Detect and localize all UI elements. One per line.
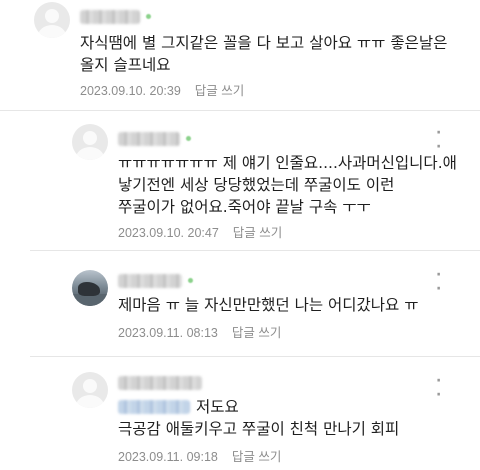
comment-date: 2023.09.11. 09:18 (118, 450, 218, 464)
comment-item: · · 저도요 극공감 애둘키우고 쭈굴이 친척 만나기 회피 2023.09.1… (0, 358, 480, 470)
comment-item: 자식땜에 별 그지같은 꼴을 다 보고 살아요 ㅠㅠ 좋은날은 올지 슬프네요 … (0, 0, 480, 112)
user-avatar-icon[interactable] (72, 124, 108, 160)
reply-button[interactable]: 답글 쓰기 (232, 326, 281, 340)
mention-name[interactable] (118, 400, 190, 414)
comment-date: 2023.09.11. 08:13 (118, 326, 218, 340)
comment-meta: 2023.09.11. 08:13 답글 쓰기 (118, 322, 281, 341)
reply-button[interactable]: 답글 쓰기 (232, 450, 281, 464)
comment-date: 2023.09.10. 20:39 (80, 84, 181, 98)
member-badge-icon (188, 278, 193, 283)
comment-meta: 2023.09.10. 20:47 답글 쓰기 (118, 222, 282, 241)
author-name[interactable] (118, 274, 182, 288)
comment-text: ㅠㅠㅠㅠㅠㅠㅠ 제 얘기 인줄요....사과머신입니다.애 낳기전엔 세상 당당… (118, 154, 457, 216)
reply-button[interactable]: 답글 쓰기 (233, 226, 282, 240)
comment-date: 2023.09.10. 20:47 (118, 226, 219, 240)
comment-text: 자식땜에 별 그지같은 꼴을 다 보고 살아요 ㅠㅠ 좋은날은 올지 슬프네요 (80, 34, 448, 74)
comment-item: · · ㅠㅠㅠㅠㅠㅠㅠ 제 얘기 인줄요....사과머신입니다.애 낳기전엔 세상… (0, 112, 480, 250)
comment-text: 제마음 ㅠ 늘 자신만만했던 나는 어디갔나요 ㅠ (118, 296, 419, 314)
divider (30, 356, 480, 357)
profile-photo-avatar[interactable] (72, 270, 108, 306)
more-dots-icon[interactable]: · · (436, 374, 441, 402)
comment-meta: 2023.09.10. 20:39 답글 쓰기 (80, 80, 244, 99)
author-name[interactable] (80, 10, 140, 24)
comment-item: · · 제마음 ㅠ 늘 자신만만했던 나는 어디갔나요 ㅠ 2023.09.11.… (0, 252, 480, 352)
user-avatar-icon[interactable] (72, 372, 108, 408)
comment-meta: 2023.09.11. 09:18 답글 쓰기 (118, 446, 281, 465)
author-name[interactable] (118, 132, 180, 146)
divider (30, 250, 480, 251)
member-badge-icon (186, 136, 191, 141)
comment-text: 극공감 애둘키우고 쭈굴이 친척 만나기 회피 (118, 420, 400, 438)
divider (0, 110, 480, 111)
user-avatar-icon[interactable] (34, 2, 70, 38)
mention-text: 저도요 (196, 398, 239, 416)
more-dots-icon[interactable]: · · (436, 268, 441, 296)
author-name[interactable] (118, 376, 202, 390)
more-dots-icon[interactable]: · · (436, 126, 441, 154)
reply-button[interactable]: 답글 쓰기 (195, 84, 244, 98)
member-badge-icon (146, 14, 151, 19)
